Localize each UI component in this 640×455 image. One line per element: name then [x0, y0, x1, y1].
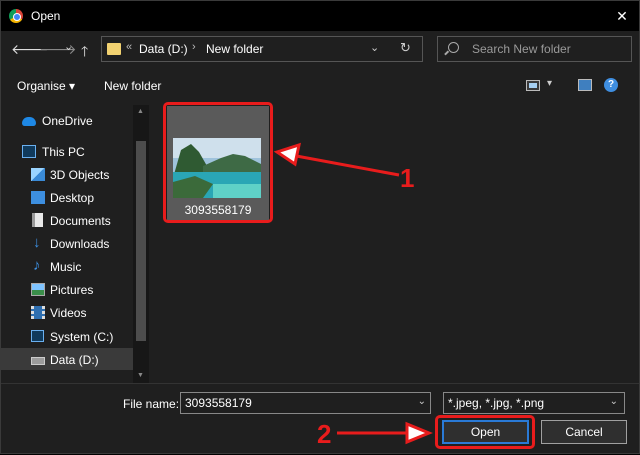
arrow-head-1-icon [273, 142, 301, 167]
arrow-head-2-icon [405, 421, 433, 445]
annotation-arrows [273, 142, 433, 445]
open-file-dialog: Open ✕ 🡐 🡒 ⌄ 🡑 « Data (D:) › New folder … [0, 0, 640, 454]
annotation-arrow-1 [290, 153, 400, 177]
annotation-number-2: 2 [317, 419, 332, 449]
annotation-number-1: 1 [400, 163, 415, 193]
